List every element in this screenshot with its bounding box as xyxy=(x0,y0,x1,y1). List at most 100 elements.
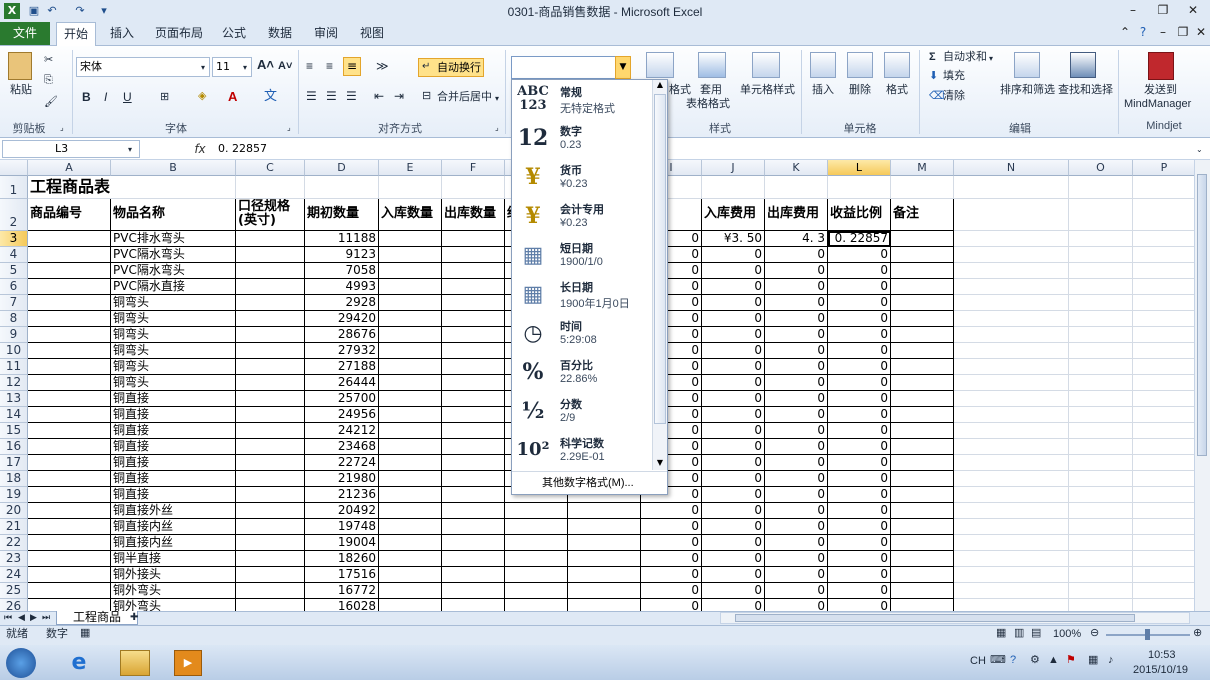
table-cell[interactable]: ¥3. 50 xyxy=(702,231,765,247)
row-header[interactable]: 13 xyxy=(0,391,28,407)
table-cell[interactable] xyxy=(1069,279,1133,295)
table-cell[interactable] xyxy=(1133,279,1194,295)
table-cell[interactable] xyxy=(28,279,111,295)
copy-icon[interactable]: ⎘ xyxy=(44,74,53,87)
table-cell[interactable]: 0 xyxy=(765,279,828,295)
table-cell[interactable] xyxy=(954,295,1069,311)
table-cell[interactable]: 铜直接 xyxy=(111,423,236,439)
sheet-title[interactable]: 工程商品表 xyxy=(28,176,228,199)
table-cell[interactable] xyxy=(379,391,442,407)
table-cell[interactable] xyxy=(568,583,641,599)
table-cell[interactable]: 0 xyxy=(765,247,828,263)
table-cell[interactable]: PVC隔水弯头 xyxy=(111,247,236,263)
table-cell[interactable] xyxy=(891,535,954,551)
table-cell[interactable]: 0 xyxy=(828,551,891,567)
table-cell[interactable] xyxy=(442,599,505,611)
table-cell[interactable] xyxy=(442,487,505,503)
table-cell[interactable]: 0 xyxy=(828,471,891,487)
column-header-d[interactable]: D xyxy=(305,160,379,176)
table-cell[interactable] xyxy=(236,359,305,375)
table-cell[interactable]: 16028 xyxy=(305,599,379,611)
table-cell[interactable] xyxy=(954,407,1069,423)
name-box[interactable]: L3 xyxy=(2,140,140,158)
table-cell[interactable]: 0 xyxy=(702,375,765,391)
table-cell[interactable] xyxy=(1133,599,1194,611)
font-color-icon[interactable]: A xyxy=(228,90,237,103)
merge-dropdown-icon[interactable]: ▾ xyxy=(495,92,499,105)
table-cell[interactable] xyxy=(1069,519,1133,535)
number-format-item[interactable]: ▦ 短日期 1900/1/0 xyxy=(512,236,652,275)
table-cell[interactable] xyxy=(891,423,954,439)
table-cell[interactable] xyxy=(954,455,1069,471)
table-cell[interactable]: 0 xyxy=(828,599,891,611)
clear-button[interactable]: 清除 xyxy=(943,90,965,103)
table-cell[interactable] xyxy=(1133,375,1194,391)
font-launcher-icon[interactable]: ⌟ xyxy=(287,121,291,134)
paste-icon[interactable] xyxy=(8,52,32,80)
decrease-indent-icon[interactable]: ⇤ xyxy=(374,90,384,103)
table-cell[interactable] xyxy=(1069,231,1133,247)
table-cell[interactable] xyxy=(28,503,111,519)
table-cell[interactable] xyxy=(1133,455,1194,471)
clipboard-launcher-icon[interactable]: ⌟ xyxy=(60,121,64,134)
delete-cells-button[interactable]: 删除 xyxy=(849,84,871,97)
ime-indicator[interactable]: CH xyxy=(970,655,986,668)
table-cell[interactable] xyxy=(891,263,954,279)
conditional-format-icon[interactable] xyxy=(646,52,674,78)
number-format-item[interactable]: % 百分比 22.86% xyxy=(512,353,652,392)
increase-indent-icon[interactable]: ⇥ xyxy=(394,90,404,103)
table-cell[interactable] xyxy=(28,455,111,471)
table-cell[interactable] xyxy=(1069,359,1133,375)
tab-view[interactable]: 视图 xyxy=(352,22,392,46)
column-title-j[interactable]: 入库费用 xyxy=(702,199,765,231)
table-cell[interactable] xyxy=(236,551,305,567)
table-cell[interactable]: 0 xyxy=(641,503,702,519)
number-format-item[interactable]: 10² 科学记数 2.29E-01 xyxy=(512,431,652,470)
autosum-button[interactable]: 自动求和 xyxy=(943,51,987,64)
table-cell[interactable]: 铜直接内丝 xyxy=(111,535,236,551)
table-cell[interactable] xyxy=(954,551,1069,567)
table-cell[interactable]: 0 xyxy=(828,279,891,295)
table-cell[interactable]: 0 xyxy=(765,327,828,343)
table-cell[interactable]: 24212 xyxy=(305,423,379,439)
table-cell[interactable] xyxy=(505,535,568,551)
table-cell[interactable]: 0 xyxy=(702,263,765,279)
format-as-table-button[interactable]: 套用 xyxy=(700,84,722,97)
conditional-format-button[interactable]: 格式 xyxy=(669,84,691,97)
column-header-l[interactable]: L xyxy=(828,160,891,176)
table-cell[interactable]: 0 xyxy=(765,455,828,471)
row-header[interactable]: 14 xyxy=(0,407,28,423)
table-cell[interactable] xyxy=(954,263,1069,279)
table-cell[interactable] xyxy=(891,583,954,599)
table-cell[interactable] xyxy=(236,503,305,519)
table-cell[interactable] xyxy=(1069,343,1133,359)
align-center-icon[interactable]: ☰ xyxy=(326,90,337,103)
table-cell[interactable] xyxy=(1069,263,1133,279)
table-cell[interactable] xyxy=(1133,359,1194,375)
media-player-icon[interactable]: ▶ xyxy=(174,650,202,676)
clock-date[interactable]: 2015/10/19 xyxy=(1133,664,1188,677)
table-cell[interactable]: 11188 xyxy=(305,231,379,247)
shrink-font-icon[interactable]: A˅ xyxy=(278,60,292,73)
table-cell[interactable] xyxy=(1133,551,1194,567)
sheet-nav-last-icon[interactable]: ⏭ xyxy=(42,611,50,624)
table-cell[interactable] xyxy=(442,279,505,295)
cell-styles-button[interactable]: 单元格样式 xyxy=(740,84,795,97)
bold-icon[interactable]: B xyxy=(82,91,91,104)
table-cell[interactable] xyxy=(1069,455,1133,471)
table-cell[interactable]: 7058 xyxy=(305,263,379,279)
table-cell[interactable]: 0 xyxy=(828,327,891,343)
table-cell[interactable] xyxy=(379,295,442,311)
table-cell[interactable] xyxy=(28,263,111,279)
table-cell[interactable] xyxy=(891,327,954,343)
row-header[interactable]: 19 xyxy=(0,487,28,503)
ime-help-icon[interactable]: ? xyxy=(1010,654,1016,667)
align-right-icon[interactable]: ☰ xyxy=(346,90,357,103)
action-center-icon[interactable]: ⚑ xyxy=(1066,654,1076,667)
row-header[interactable]: 26 xyxy=(0,599,28,611)
table-cell[interactable] xyxy=(1069,439,1133,455)
table-cell[interactable] xyxy=(568,535,641,551)
table-cell[interactable] xyxy=(954,439,1069,455)
table-cell[interactable]: 铜直接内丝 xyxy=(111,519,236,535)
table-cell[interactable] xyxy=(1133,519,1194,535)
